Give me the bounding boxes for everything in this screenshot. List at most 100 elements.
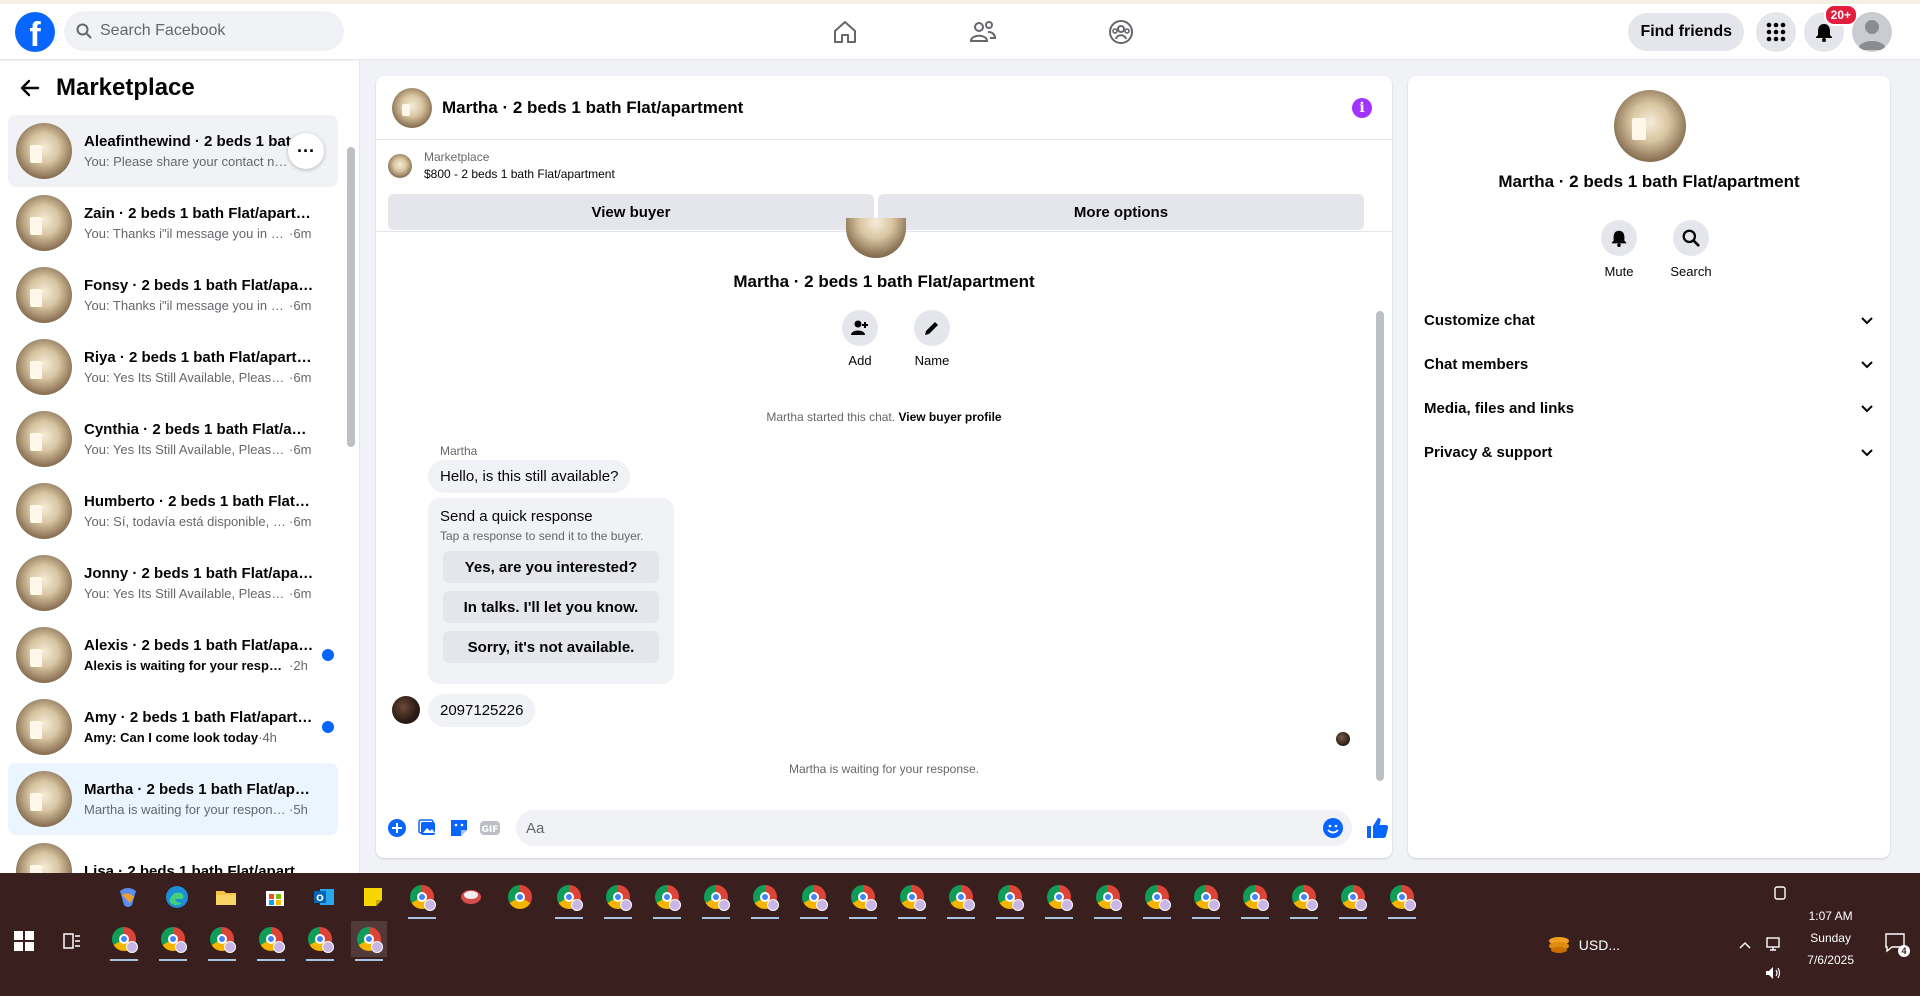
chrome-window-icon[interactable] [1041,879,1077,919]
sticker-button[interactable] [448,817,470,839]
sticky-notes-icon[interactable] [355,879,391,915]
store-icon[interactable] [257,879,293,915]
file-explorer-icon[interactable] [208,879,244,915]
chevron-up-icon[interactable] [1738,939,1752,951]
message-bubble[interactable]: Hello, is this still available? [428,460,631,493]
view-buyer-button[interactable]: View buyer [388,194,874,230]
thread-item[interactable]: Riya · 2 beds 1 bath Flat/apartment You: … [8,331,338,403]
tablet-mode-icon[interactable] [1772,885,1788,901]
section-customize-chat[interactable]: Customize chat [1424,298,1882,342]
nav-friends-button[interactable] [928,12,1038,52]
quick-response-option[interactable]: In talks. I'll let you know. [443,591,659,623]
currency-widget[interactable]: USD... [1547,935,1620,955]
chrome-window-icon[interactable] [302,921,338,961]
app-icon[interactable] [453,879,489,915]
chat-scrollbar[interactable] [1376,311,1384,781]
notification-center-button[interactable]: 4 [1884,931,1910,957]
buyer-avatar[interactable] [392,696,420,724]
chrome-window-icon[interactable] [747,879,783,919]
chrome-window-icon[interactable] [600,879,636,919]
chrome-window-icon[interactable] [649,879,685,919]
chrome-window-icon[interactable] [1237,879,1273,919]
search-box[interactable] [64,11,344,51]
info-icon[interactable]: i [1352,98,1372,118]
facebook-logo-icon[interactable]: f [15,12,55,52]
thread-more-options-icon[interactable]: ··· [288,133,324,169]
thread-item[interactable]: Lisa · 2 beds 1 bath Flat/apartment [8,835,338,873]
chat-title[interactable]: Martha · 2 beds 1 bath Flat/apartment [442,98,743,118]
notifications-button[interactable]: 20+ [1804,4,1858,52]
thread-item[interactable]: Martha · 2 beds 1 bath Flat/apartment Mar… [8,763,338,835]
chrome-window-icon[interactable] [404,879,440,919]
menu-button[interactable] [1756,12,1796,52]
thread-item[interactable]: Humberto · 2 beds 1 bath Flat/apartment Y… [8,475,338,547]
chrome-window-icon[interactable] [106,921,142,961]
quick-response-option[interactable]: Yes, are you interested? [443,551,659,583]
sticker-icon [451,820,467,836]
chrome-window-icon[interactable] [1384,879,1420,919]
nav-home-button[interactable] [790,12,900,52]
thread-item[interactable]: Alexis · 2 beds 1 bath Flat/apartment Ale… [8,619,338,691]
chrome-window-icon[interactable] [253,921,289,961]
listing-price[interactable]: $800 - 2 beds 1 bath Flat/apartment [424,167,615,181]
nav-groups-button[interactable] [1066,12,1176,52]
gif-button[interactable]: GIF [479,817,501,839]
chrome-window-icon[interactable] [796,879,832,919]
section-privacy-support[interactable]: Privacy & support [1424,430,1882,474]
chrome-window-icon[interactable] [992,879,1028,919]
chrome-window-icon[interactable] [698,879,734,919]
chrome-window-icon[interactable] [1090,879,1126,919]
chrome-window-icon[interactable] [894,879,930,919]
chrome-window-icon[interactable] [943,879,979,919]
thread-item[interactable]: Zain · 2 beds 1 bath Flat/apartment You: … [8,187,338,259]
message-input-box[interactable] [516,810,1352,846]
chrome-window-icon[interactable] [1188,879,1224,919]
chrome-window-icon[interactable] [1139,879,1175,919]
thread-text: Jonny · 2 beds 1 bath Flat/apartment You:… [84,565,314,601]
thread-item[interactable]: Amy · 2 beds 1 bath Flat/apartment Amy: C… [8,691,338,763]
quick-response-option[interactable]: Sorry, it's not available. [443,631,659,663]
thread-item[interactable]: Cynthia · 2 beds 1 bath Flat/apartment Yo… [8,403,338,475]
thread-item[interactable]: Aleafinthewind · 2 beds 1 bath Flat/apar… [8,115,338,187]
emoji-icon[interactable] [1322,817,1344,839]
message-bubble[interactable]: 2097125226 [428,694,536,727]
chrome-window-icon[interactable] [845,879,881,919]
task-view-icon[interactable] [62,931,82,951]
search-input[interactable] [100,22,320,40]
chrome-window-icon[interactable] [155,921,191,961]
chrome-window-icon[interactable] [1335,879,1371,919]
view-buyer-profile-link[interactable]: View buyer profile [898,410,1001,424]
chrome-icon[interactable] [502,879,538,915]
chat-header-thumbnail[interactable] [392,87,432,128]
back-arrow-icon[interactable] [20,78,40,98]
search-in-chat-button[interactable]: Search [1655,220,1727,279]
clock[interactable]: 1:07 AM Sunday 7/6/2025 [1807,905,1854,971]
name-chat-button[interactable]: Name [896,310,968,368]
listing-thumbnail[interactable] [388,154,412,178]
section-chat-members[interactable]: Chat members [1424,342,1882,386]
account-avatar[interactable] [1852,12,1892,52]
volume-icon[interactable] [1764,965,1782,981]
more-options-button[interactable]: More options [878,194,1364,230]
chrome-window-icon[interactable] [551,879,587,919]
thread-item[interactable]: Jonny · 2 beds 1 bath Flat/apartment You:… [8,547,338,619]
outlook-icon[interactable]: O [306,879,342,915]
info-thumbnail[interactable] [1614,90,1686,162]
section-media-files-links[interactable]: Media, files and links [1424,386,1882,430]
thread-item[interactable]: Fonsy · 2 beds 1 bath Flat/apartment You:… [8,259,338,331]
chrome-window-icon[interactable] [351,921,387,961]
message-input[interactable] [526,819,1306,837]
more-actions-button[interactable] [386,817,408,839]
thumbs-up-icon[interactable] [1364,815,1390,841]
chrome-window-icon[interactable] [204,921,240,961]
copilot-icon[interactable] [110,879,146,915]
chrome-window-icon[interactable] [1286,879,1322,919]
network-icon[interactable] [1764,935,1782,953]
add-people-button[interactable]: Add [824,310,896,368]
sidebar-scrollbar[interactable] [347,147,355,447]
mute-button[interactable]: Mute [1583,220,1655,279]
attach-photo-button[interactable] [417,817,439,839]
find-friends-button[interactable]: Find friends [1628,13,1744,51]
windows-start-icon[interactable] [14,931,34,951]
edge-icon[interactable] [159,879,195,915]
